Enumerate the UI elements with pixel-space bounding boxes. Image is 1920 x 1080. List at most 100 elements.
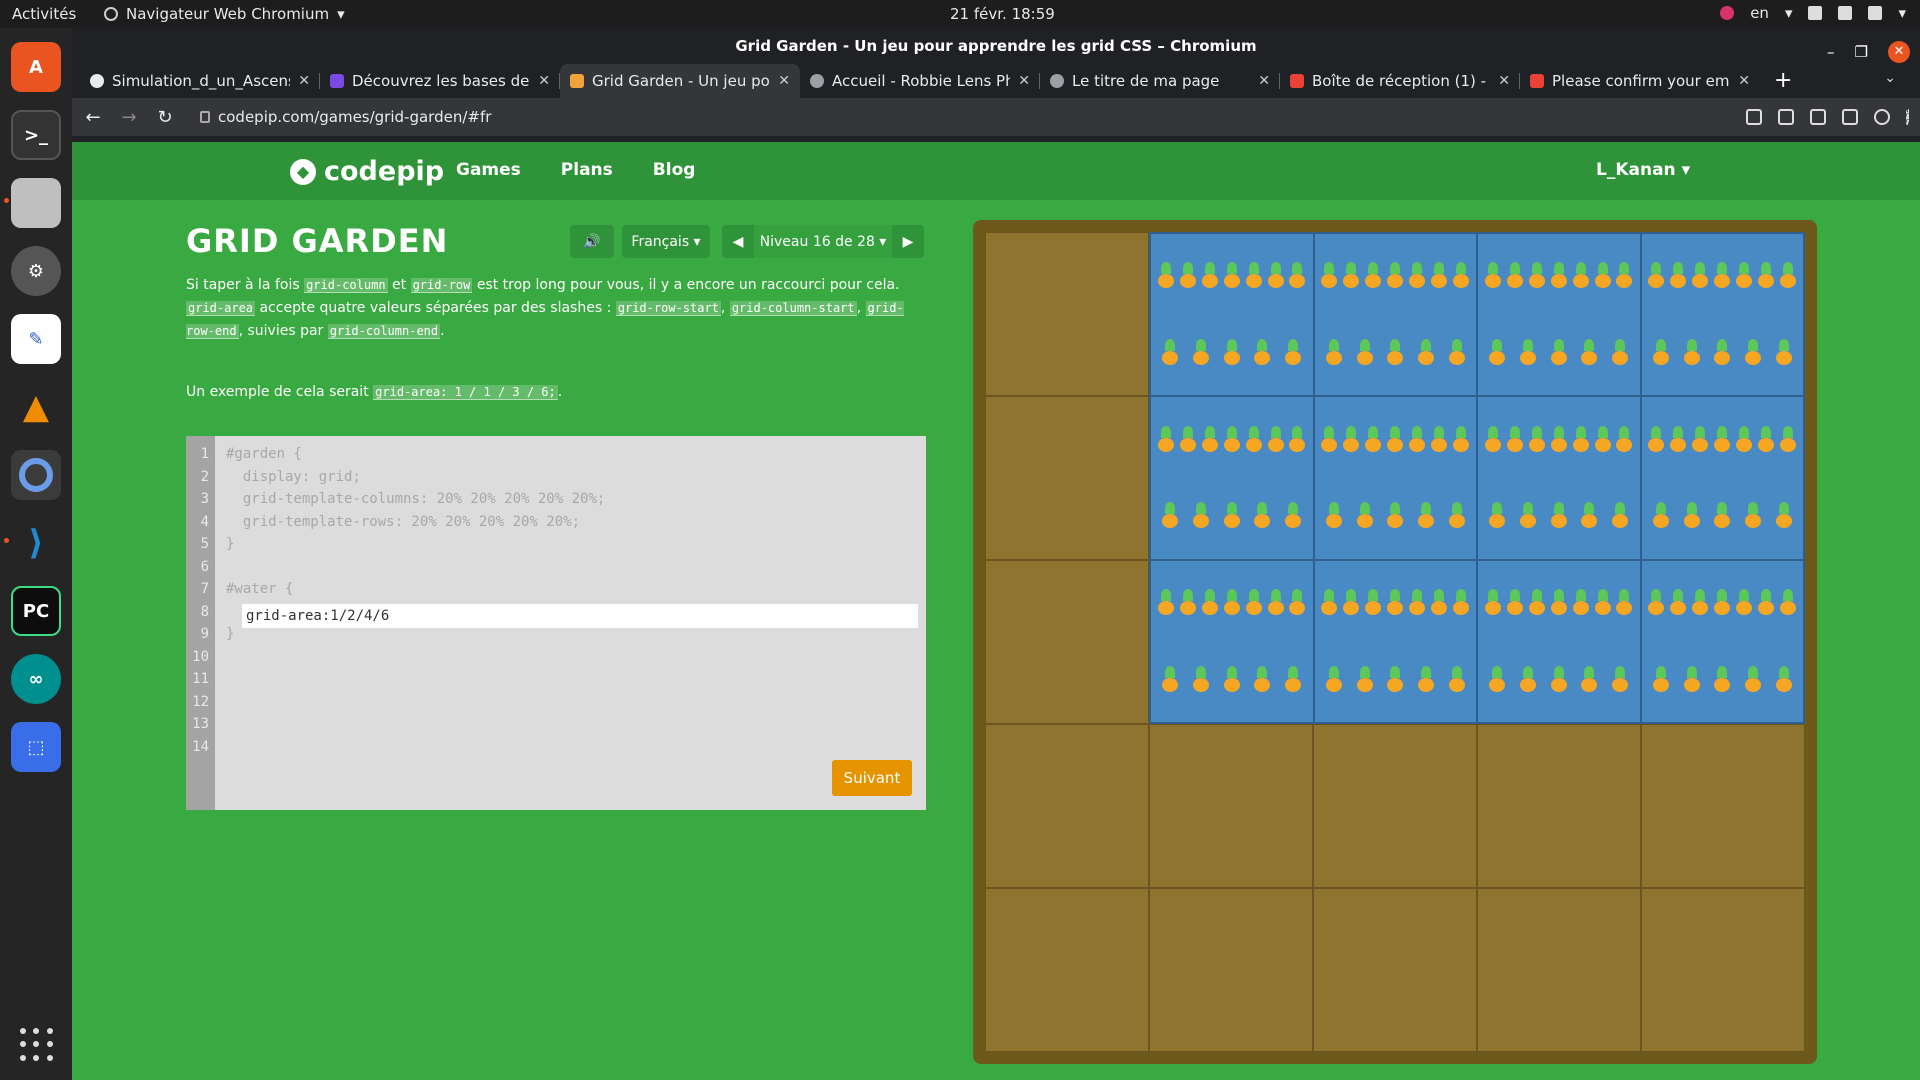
- web-page: ◆ codepip Games Plans Blog L_Kanan ▾ GRI…: [72, 142, 1920, 1080]
- carrot-icon: [1579, 665, 1599, 694]
- carrot-icon: [1385, 262, 1405, 290]
- address-bar[interactable]: codepip.com/games/grid-garden/#fr: [190, 102, 1732, 132]
- tab-search-icon[interactable]: ⌄: [1884, 70, 1896, 86]
- codepip-logo[interactable]: ◆ codepip: [290, 156, 444, 187]
- activities-button[interactable]: Activités: [12, 5, 76, 23]
- menu-plans[interactable]: Plans: [561, 160, 613, 180]
- level-select[interactable]: Niveau 16 de 28 ▾: [754, 225, 892, 258]
- tab-5[interactable]: Le titre de ma page ✕: [1040, 64, 1280, 98]
- clock[interactable]: 21 févr. 18:59: [950, 5, 1055, 23]
- wifi-icon[interactable]: [1808, 6, 1823, 20]
- tab-4[interactable]: Accueil - Robbie Lens Pho ✕: [800, 64, 1040, 98]
- example: Un exemple de cela serait grid-area: 1 /…: [186, 384, 563, 400]
- dock: A >_ ⚙ ✎ ▲ ⟩ PC ∞ ⬚: [0, 28, 72, 1080]
- carrot-icon: [1593, 425, 1613, 454]
- level-navigator: ◀ Niveau 16 de 28 ▾ ▶: [722, 225, 924, 258]
- carrot-icon: [1283, 665, 1303, 694]
- arduino-icon[interactable]: ∞: [11, 654, 61, 704]
- screenshot-icon[interactable]: ⬚: [11, 722, 61, 772]
- show-apps-icon[interactable]: [20, 1028, 54, 1062]
- terminal-icon[interactable]: >_: [11, 110, 61, 160]
- carrot-icon: [1778, 588, 1798, 617]
- chevron-down-icon[interactable]: ▾: [1898, 4, 1906, 22]
- menu-blog[interactable]: Blog: [653, 160, 696, 180]
- back-icon[interactable]: ←: [82, 107, 104, 128]
- prev-level-icon[interactable]: ◀: [722, 225, 754, 258]
- line-numbers: 1 2 3 4 5 6 7 8 9 10 11 12 13 14: [186, 436, 215, 810]
- carrot-icon: [1319, 262, 1339, 290]
- carrot-icon: [1385, 502, 1405, 530]
- close-tab-icon[interactable]: ✕: [1018, 73, 1030, 89]
- app-indicator-icon[interactable]: [1720, 6, 1735, 20]
- browser-toolbar: ← → ↻ codepip.com/games/grid-garden/#fr: [72, 98, 1920, 136]
- menu-games[interactable]: Games: [456, 160, 521, 180]
- vscode-icon[interactable]: ⟩: [11, 518, 61, 568]
- example-code: grid-area: 1 / 1 / 3 / 6;: [373, 385, 558, 400]
- carrot-icon: [1429, 588, 1449, 617]
- carrot-icon: [1483, 262, 1503, 290]
- app-menu[interactable]: Navigateur Web Chromium ▾: [104, 5, 345, 23]
- carrot-icon: [1778, 262, 1798, 290]
- user-menu[interactable]: L_Kanan ▾: [1596, 160, 1690, 180]
- input-language[interactable]: en: [1750, 4, 1769, 22]
- next-button[interactable]: Suivant: [832, 760, 912, 796]
- carrot-patch: [1313, 233, 1477, 397]
- carrot-icon: [1690, 588, 1710, 617]
- tab-2[interactable]: Découvrez les bases de C ✕: [320, 64, 560, 98]
- side-panel-icon[interactable]: [1842, 109, 1858, 125]
- close-tab-icon[interactable]: ✕: [1258, 73, 1270, 89]
- tab-1[interactable]: Simulation_d_un_Ascens ✕: [80, 64, 320, 98]
- logo-text: codepip: [324, 156, 445, 187]
- new-tab-button[interactable]: +: [1760, 64, 1806, 98]
- carrot-icon: [1429, 262, 1449, 290]
- css-answer-input[interactable]: [242, 604, 918, 628]
- github-icon: [90, 74, 104, 88]
- carrot-icon: [1407, 262, 1427, 290]
- tab-strip: Simulation_d_un_Ascens ✕ Découvrez les ba…: [72, 64, 1920, 98]
- carrot-icon: [1505, 588, 1525, 617]
- carrot-icon: [1774, 502, 1794, 530]
- close-icon[interactable]: ✕: [1888, 41, 1910, 63]
- kebab-menu-icon[interactable]: [1906, 109, 1910, 125]
- chromium-icon[interactable]: [11, 450, 61, 500]
- close-tab-icon[interactable]: ✕: [298, 73, 310, 89]
- code-grid-column-end: grid-column-end: [327, 324, 441, 339]
- language-select[interactable]: Français ▾: [622, 225, 710, 258]
- carrot-icon: [1549, 425, 1569, 454]
- volume-icon[interactable]: [1838, 6, 1853, 20]
- share-icon[interactable]: [1746, 109, 1762, 125]
- bookmark-star-icon[interactable]: [1778, 109, 1794, 125]
- files-icon[interactable]: [11, 178, 61, 228]
- carrot-icon: [1682, 502, 1702, 530]
- reload-icon[interactable]: ↻: [154, 107, 176, 128]
- profile-icon[interactable]: [1874, 109, 1890, 125]
- language-label: Français ▾: [622, 225, 710, 258]
- lock-icon[interactable]: [200, 111, 210, 123]
- sound-button[interactable]: 🔊: [570, 225, 614, 258]
- battery-icon[interactable]: [1868, 6, 1883, 20]
- close-tab-icon[interactable]: ✕: [538, 73, 550, 89]
- soil-cell: [1477, 888, 1641, 1052]
- close-tab-icon[interactable]: ✕: [1738, 73, 1750, 89]
- tab-7[interactable]: Please confirm your emai ✕: [1520, 64, 1760, 98]
- carrot-icon: [1287, 425, 1307, 454]
- tab-6[interactable]: Boîte de réception (1) - lu ✕: [1280, 64, 1520, 98]
- garden-board: [973, 220, 1817, 1064]
- settings-icon[interactable]: ⚙: [11, 246, 61, 296]
- carrot-icon: [1579, 502, 1599, 530]
- close-tab-icon[interactable]: ✕: [778, 73, 790, 89]
- close-tab-icon[interactable]: ✕: [1498, 73, 1510, 89]
- vlc-icon[interactable]: ▲: [11, 382, 61, 432]
- tab-3[interactable]: Grid Garden - Un jeu pour ✕: [560, 64, 800, 98]
- forward-icon[interactable]: →: [118, 107, 140, 128]
- carrot-icon: [1447, 338, 1467, 367]
- system-tray[interactable]: en ▾ ▾: [1720, 4, 1906, 22]
- software-center-icon[interactable]: A: [11, 42, 61, 92]
- text-editor-icon[interactable]: ✎: [11, 314, 61, 364]
- extensions-icon[interactable]: [1810, 109, 1826, 125]
- globe-icon: [810, 74, 824, 88]
- window-titlebar[interactable]: Grid Garden - Un jeu pour apprendre les …: [72, 28, 1920, 64]
- tab-label: Le titre de ma page: [1072, 72, 1220, 90]
- next-level-icon[interactable]: ▶: [892, 225, 924, 258]
- pycharm-icon[interactable]: PC: [11, 586, 61, 636]
